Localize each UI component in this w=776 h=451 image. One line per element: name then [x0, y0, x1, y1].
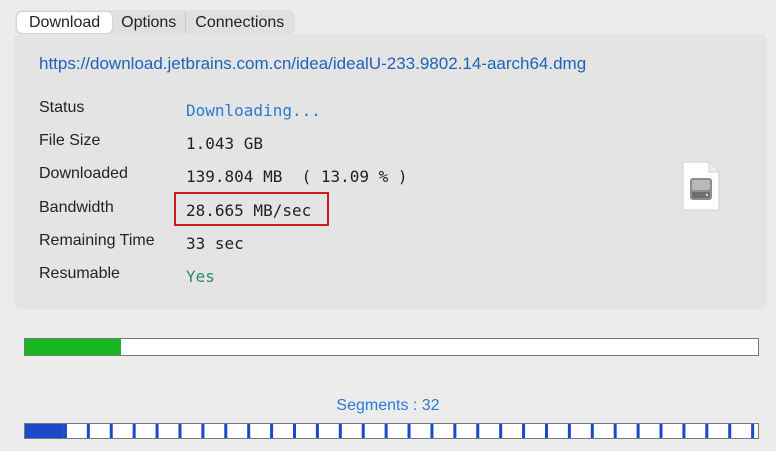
- segment-marker: [476, 424, 480, 438]
- segment-marker: [338, 424, 342, 438]
- remaining-time-label: Remaining Time: [39, 232, 155, 249]
- bandwidth-label: Bandwidth: [39, 199, 114, 216]
- segment-marker: [544, 424, 548, 438]
- segment-marker: [682, 424, 686, 438]
- segment-marker: [63, 424, 67, 438]
- segment-marker: [499, 424, 503, 438]
- segment-marker: [224, 424, 228, 438]
- status-label: Status: [39, 99, 85, 116]
- segment-marker: [567, 424, 571, 438]
- downloaded-label: Downloaded: [39, 165, 128, 182]
- tab-bar: Download Options Connections: [15, 10, 296, 35]
- segments-label: Segments : 32: [336, 397, 440, 414]
- segment-marker: [636, 424, 640, 438]
- bandwidth-highlight-box: [174, 192, 329, 226]
- download-info-panel: https://download.jetbrains.com.cn/idea/i…: [14, 34, 767, 309]
- segment-progress: [25, 424, 64, 438]
- segment-marker: [384, 424, 388, 438]
- segment-marker: [201, 424, 205, 438]
- segment-marker: [407, 424, 411, 438]
- segment-marker: [361, 424, 365, 438]
- tab-connections[interactable]: Connections: [185, 12, 293, 33]
- segments-bar: [24, 423, 759, 439]
- segment-marker: [132, 424, 136, 438]
- file-size-value: 1.043 GB: [186, 134, 264, 153]
- segment-marker: [430, 424, 434, 438]
- tab-download[interactable]: Download: [17, 12, 113, 33]
- segment-marker: [751, 424, 755, 438]
- tab-options[interactable]: Options: [112, 12, 185, 33]
- download-progress-bar: [24, 338, 759, 356]
- segment-marker: [522, 424, 526, 438]
- segment-marker: [247, 424, 251, 438]
- downloaded-value: 139.804 MB ( 13.09 % ): [186, 167, 408, 186]
- segment-marker: [728, 424, 732, 438]
- segment-marker: [155, 424, 159, 438]
- progress-fill: [25, 339, 121, 355]
- segment-marker: [109, 424, 113, 438]
- segment-marker: [270, 424, 274, 438]
- status-value: Downloading...: [186, 101, 321, 120]
- segment-marker: [86, 424, 90, 438]
- file-size-label: File Size: [39, 132, 101, 149]
- disk-image-icon: [681, 160, 721, 212]
- segment-marker: [293, 424, 297, 438]
- segment-marker: [613, 424, 617, 438]
- segment-marker: [315, 424, 319, 438]
- resumable-label: Resumable: [39, 265, 120, 282]
- segment-marker: [590, 424, 594, 438]
- remaining-time-value: 33 sec: [186, 234, 244, 253]
- download-url[interactable]: https://download.jetbrains.com.cn/idea/i…: [39, 54, 586, 74]
- segment-marker: [659, 424, 663, 438]
- resumable-value: Yes: [186, 267, 215, 286]
- segment-marker: [453, 424, 457, 438]
- segments-graphic: [25, 424, 755, 438]
- segment-marker: [705, 424, 709, 438]
- segment-marker: [178, 424, 182, 438]
